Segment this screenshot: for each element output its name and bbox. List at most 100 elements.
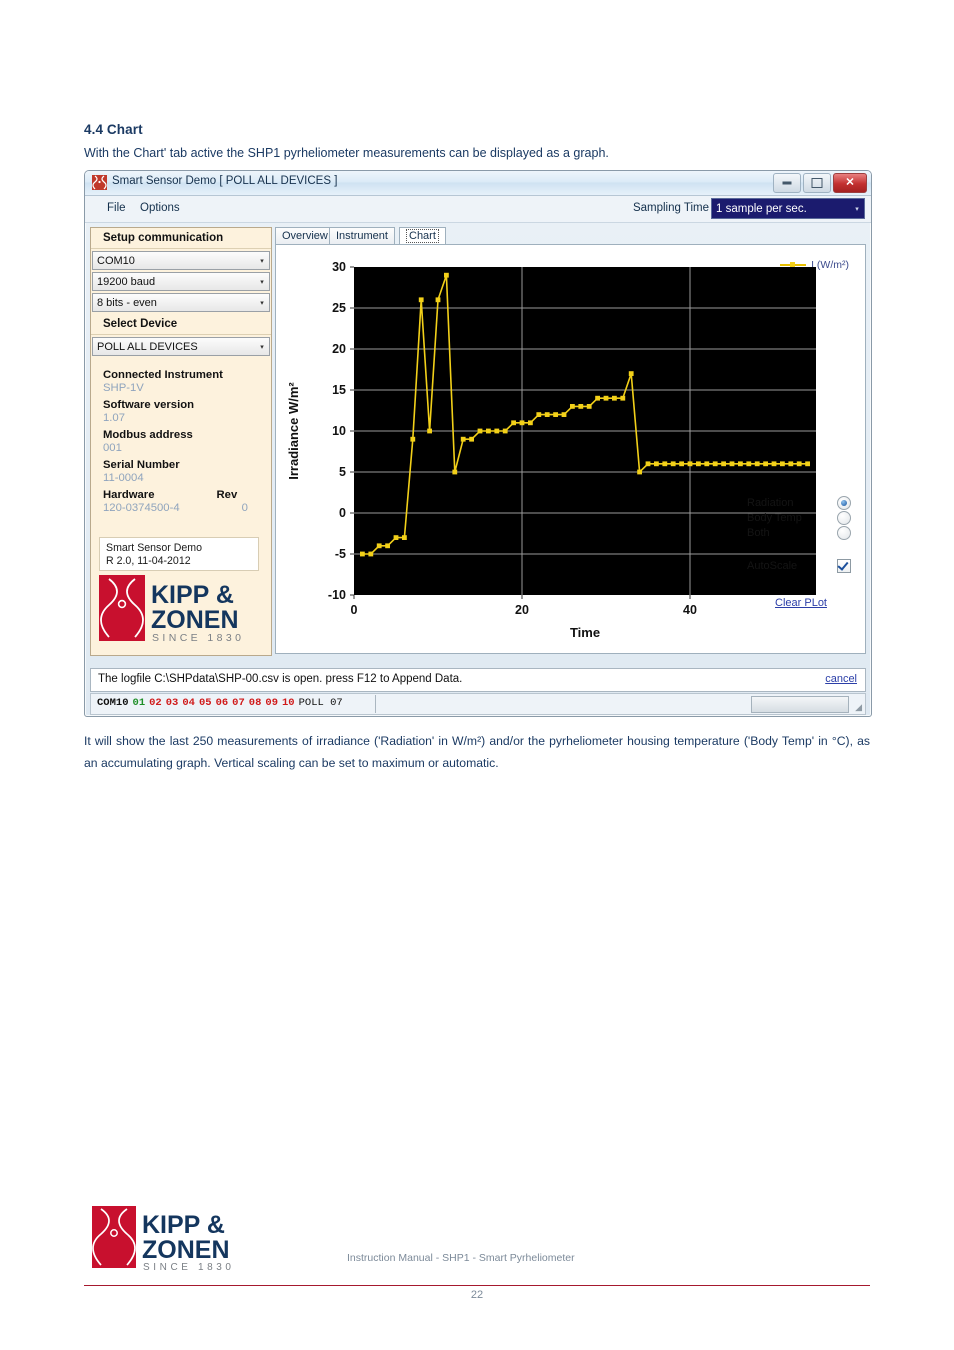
poll-address-06: 06 <box>215 697 229 709</box>
radio-row-both[interactable]: Both <box>747 525 851 540</box>
svg-text:-5: -5 <box>335 547 346 561</box>
demo-release: R 2.0, 11-04-2012 <box>106 555 191 567</box>
device-value: POLL ALL DEVICES <box>97 340 198 353</box>
chart-tab-panel: I (W/m²) -10 -5 0 5 10 15 20 25 30 0 20 40 Irradianc… <box>275 244 866 654</box>
minimize-button[interactable] <box>773 173 801 193</box>
clear-plot-link[interactable]: Clear PLot <box>775 597 827 609</box>
poll-address-04: 04 <box>182 697 195 709</box>
radio-body-temp[interactable] <box>837 510 851 525</box>
tab-chart[interactable]: Chart <box>399 227 446 245</box>
status-bar: The logfile C:\SHPdata\SHP-00.csv is ope… <box>90 668 866 692</box>
page-title: 4.4 Chart <box>84 122 143 137</box>
svg-text:KIPP &: KIPP & <box>151 581 234 609</box>
chevron-down-icon: ▾ <box>260 343 264 351</box>
poll-address-02: 02 <box>149 697 162 709</box>
rev-value: 0 <box>241 502 248 514</box>
com-port-value: COM10 <box>97 254 135 267</box>
connected-instrument-label: Connected Instrument <box>103 369 223 381</box>
chevron-down-icon: ▾ <box>855 205 859 213</box>
chart-plot: -10 -5 0 5 10 15 20 25 30 0 20 40 Irradiance W/m² Tim… <box>286 260 816 640</box>
poll-status-text: POLL 07 <box>298 697 343 709</box>
poll-bar: COM10 01 02 03 04 05 06 07 08 09 10 POLL 07 ◢ <box>90 693 866 715</box>
chevron-down-icon: ▾ <box>260 257 264 265</box>
close-button[interactable]: ✕ <box>833 173 867 193</box>
window-body: Setup communication COM10 ▾ 19200 baud ▾… <box>85 223 871 718</box>
radio-radiation[interactable] <box>837 495 851 510</box>
poll-address-01: 01 <box>132 697 146 709</box>
autoscale-checkbox[interactable] <box>837 559 851 573</box>
poll-address-03: 03 <box>165 697 179 709</box>
maximize-button[interactable] <box>803 173 831 193</box>
window-controls: ✕ <box>773 173 867 193</box>
progress-bar <box>751 696 849 713</box>
document-page: 4.4 Chart With the Chart' tab active the… <box>0 0 954 1350</box>
device-select[interactable]: POLL ALL DEVICES ▾ <box>92 337 270 356</box>
connected-instrument-value: SHP-1V <box>103 382 144 394</box>
chevron-down-icon: ▾ <box>260 278 264 286</box>
poll-address-10: 10 <box>282 697 295 709</box>
tab-instrument[interactable]: Instrument <box>329 227 395 245</box>
svg-text:-10: -10 <box>328 588 346 602</box>
svg-text:15: 15 <box>332 383 346 397</box>
footer-divider <box>84 1285 870 1287</box>
radio-label-body-temp: Body Temp <box>747 511 802 524</box>
software-version-value: 1.07 <box>103 412 125 424</box>
svg-text:10: 10 <box>332 424 346 438</box>
com-port-select[interactable]: COM10 ▾ <box>92 251 270 270</box>
sampling-time-value: 1 sample per sec. <box>716 202 807 215</box>
tab-overview[interactable]: Overview <box>275 227 335 245</box>
poll-address-08: 08 <box>248 697 262 709</box>
svg-text:Time: Time <box>570 625 600 640</box>
menu-bar: File Options Sampling Time 1 sample per … <box>85 196 871 223</box>
svg-text:5: 5 <box>339 465 346 479</box>
poll-address-list: COM10 01 02 03 04 05 06 07 08 09 10 POLL 07 <box>97 697 343 709</box>
baud-rate-select[interactable]: 19200 baud ▾ <box>92 272 270 291</box>
footer-logo: KIPP & ZONEN SINCE 1830 <box>92 1206 272 1278</box>
radio-row-body-temp[interactable]: Body Temp <box>747 510 851 525</box>
tab-strip: Overview Instrument Chart <box>275 227 866 245</box>
svg-text:KIPP &: KIPP & <box>142 1211 225 1239</box>
svg-text:30: 30 <box>332 260 346 274</box>
autoscale-row[interactable]: AutoScale <box>747 559 851 573</box>
chevron-down-icon: ▾ <box>260 299 264 307</box>
title-bar[interactable]: Smart Sensor Demo [ POLL ALL DEVICES ] ✕ <box>85 171 871 196</box>
hardware-label: Hardware <box>103 489 155 501</box>
cancel-link[interactable]: cancel <box>825 673 857 685</box>
footer-caption: Instruction Manual - SHP1 - Smart Pyrhel… <box>347 1252 575 1264</box>
demo-name: Smart Sensor Demo <box>106 542 202 554</box>
svg-text:Irradiance W/m²: Irradiance W/m² <box>286 382 301 480</box>
tab-chart-label: Chart <box>406 229 439 243</box>
sidebar: Setup communication COM10 ▾ 19200 baud ▾… <box>90 227 272 656</box>
svg-text:0: 0 <box>351 603 358 617</box>
display-mode-radio-group: Radiation Body Temp Both <box>747 495 851 540</box>
rev-label: Rev <box>216 489 238 501</box>
serial-number-label: Serial Number <box>103 459 180 471</box>
radio-label-radiation: Radiation <box>747 496 794 509</box>
svg-text:SINCE 1830: SINCE 1830 <box>143 1262 235 1273</box>
modbus-address-label: Modbus address <box>103 429 193 441</box>
page-number: 22 <box>470 1289 484 1301</box>
menu-options[interactable]: Options <box>140 202 180 214</box>
svg-text:ZONEN: ZONEN <box>142 1236 230 1264</box>
software-version-label: Software version <box>103 399 195 411</box>
svg-text:SINCE 1830: SINCE 1830 <box>152 632 244 644</box>
parity-select[interactable]: 8 bits - even ▾ <box>92 293 270 312</box>
poll-address-07: 07 <box>232 697 245 709</box>
radio-label-both: Both <box>747 526 770 539</box>
baud-rate-value: 19200 baud <box>97 275 156 288</box>
menu-file[interactable]: File <box>107 202 126 214</box>
radio-row-radiation[interactable]: Radiation <box>747 495 851 510</box>
autoscale-label: AutoScale <box>747 560 798 572</box>
kipp-zonen-app-icon <box>92 175 107 190</box>
modbus-address-value: 001 <box>103 442 122 454</box>
radio-both[interactable] <box>837 525 851 540</box>
after-paragraph: It will show the last 250 measurements o… <box>84 734 870 770</box>
resize-grip-icon[interactable]: ◢ <box>855 702 862 713</box>
sampling-time-select[interactable]: 1 sample per sec. ▾ <box>711 198 865 219</box>
intro-paragraph: With the Chart' tab active the SHP1 pyrh… <box>84 146 609 160</box>
app-window: Smart Sensor Demo [ POLL ALL DEVICES ] ✕… <box>84 170 872 717</box>
demo-version-box: Smart Sensor Demo R 2.0, 11-04-2012 <box>99 537 259 571</box>
poll-separator <box>375 695 376 713</box>
select-device-header: Select Device <box>91 314 271 335</box>
parity-value: 8 bits - even <box>97 296 157 309</box>
